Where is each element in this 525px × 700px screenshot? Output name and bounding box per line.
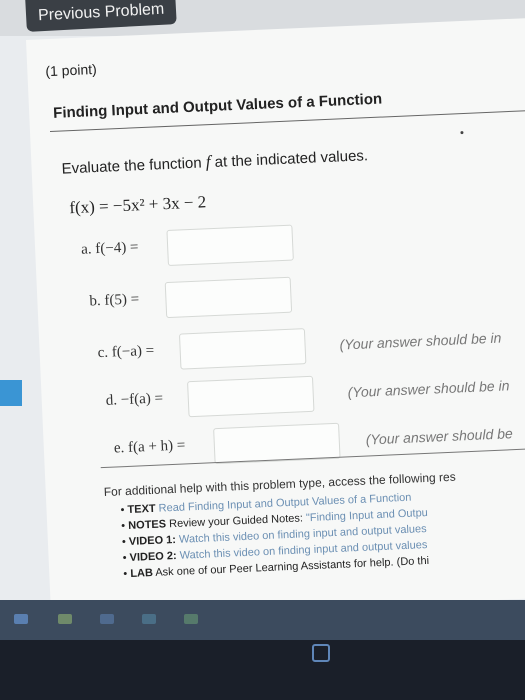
help-item-type: VIDEO 1:: [128, 533, 177, 548]
part-c-hint: (Your answer should be in: [339, 329, 502, 353]
taskbar-app-icon[interactable]: [142, 614, 156, 624]
instruction-var: f: [205, 152, 211, 172]
help-item-type: VIDEO 2:: [129, 549, 177, 564]
taskbar-app-icon[interactable]: [184, 614, 198, 624]
part-d-hint: (Your answer should be in: [347, 377, 510, 401]
help-resources-list: • TEXT Read Finding Input and Output Val…: [120, 489, 430, 582]
instruction: Evaluate the function f at the indicated…: [61, 145, 368, 178]
tray-icon[interactable]: [312, 644, 330, 662]
part-a-answer-input[interactable]: [166, 224, 294, 267]
part-c-answer-input[interactable]: [178, 328, 307, 370]
taskbar-app-icon[interactable]: [14, 614, 28, 624]
taskbar-app-icon[interactable]: [58, 614, 72, 624]
part-e-label: e. f(a + h) =: [113, 437, 186, 457]
part-c-label: c. f(−a) =: [97, 342, 155, 362]
part-d-row: d. −f(a) = (Your answer should be in: [41, 366, 525, 424]
part-d-label: d. −f(a) =: [105, 390, 164, 409]
side-tab[interactable]: [0, 380, 22, 406]
help-item-type: NOTES: [127, 518, 167, 532]
previous-problem-button[interactable]: Previous Problem: [25, 0, 177, 32]
part-c-row: c. f(−a) = (Your answer should be in: [39, 318, 525, 376]
taskbar: [0, 600, 525, 700]
instruction-start: Evaluate the function: [61, 154, 203, 178]
help-item-type: TEXT: [127, 502, 156, 517]
help-item-type: LAB: [130, 566, 154, 580]
screen-glare: [0, 600, 525, 640]
points-label: (1 point): [45, 60, 98, 80]
taskbar-app-icon[interactable]: [100, 614, 114, 624]
part-d-answer-input[interactable]: [187, 375, 315, 418]
part-e-row: e. f(a + h) = (Your answer should be: [43, 414, 525, 472]
part-b-label: b. f(5) =: [89, 291, 140, 310]
part-a-label: a. f(−4) =: [80, 239, 139, 258]
marker-dot: [460, 131, 464, 135]
part-e-hint: (Your answer should be: [365, 425, 514, 448]
problem-panel: (1 point) Finding Input and Output Value…: [26, 17, 525, 620]
part-b-row: b. f(5) =: [37, 266, 525, 324]
function-definition: f(x) = −5x² + 3x − 2: [68, 192, 207, 218]
part-a-row: a. f(−4) =: [35, 214, 525, 272]
part-b-answer-input[interactable]: [164, 276, 293, 319]
instruction-end: at the indicated values.: [214, 147, 369, 171]
problem-title: Finding Input and Output Values of a Fun…: [52, 90, 383, 122]
